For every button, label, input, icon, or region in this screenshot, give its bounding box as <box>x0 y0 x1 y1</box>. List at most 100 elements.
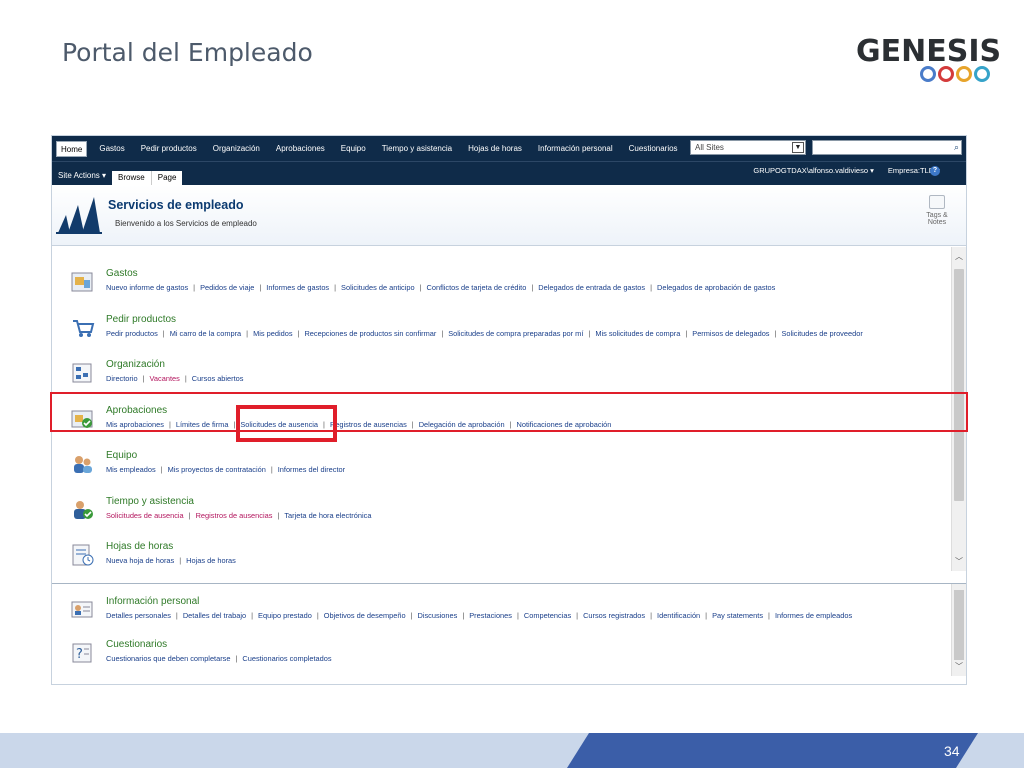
site-actions-menu[interactable]: Site Actions ▾ <box>52 167 112 185</box>
divider <box>52 583 966 584</box>
logo-text: GENESIS <box>856 34 1002 69</box>
link-informes-de-gastos[interactable]: Informes de gastos <box>266 283 329 292</box>
link-nuevo-informe-de-gastos[interactable]: Nuevo informe de gastos <box>106 283 188 292</box>
link-cursos-abiertos[interactable]: Cursos abiertos <box>192 374 244 383</box>
link-objetivos[interactable]: Objetivos de desempeño <box>324 611 406 620</box>
svg-text:?: ? <box>76 647 83 662</box>
page-number-box <box>567 733 978 768</box>
link-mis-solicitudes-compra[interactable]: Mis solicitudes de compra <box>595 329 680 338</box>
link-vacantes[interactable]: Vacantes <box>150 374 180 383</box>
shopping-cart-icon <box>73 320 95 337</box>
site-description: Bienvenido a los Servicios de empleado <box>115 219 257 228</box>
link-prestaciones[interactable]: Prestaciones <box>469 611 512 620</box>
scroll-thumb[interactable] <box>954 590 964 660</box>
section-links: Solicitudes de ausencia | Registros de aus… <box>106 511 372 520</box>
link-solicitudes-de-ausencia-2[interactable]: Solicitudes de ausencia <box>106 511 184 520</box>
link-solicitudes-preparadas[interactable]: Solicitudes de compra preparadas por mí <box>448 329 583 338</box>
link-informes-de-empleados[interactable]: Informes de empleados <box>775 611 852 620</box>
section-title[interactable]: Pedir productos <box>106 314 176 325</box>
link-mis-empleados[interactable]: Mis empleados <box>106 465 156 474</box>
link-pedidos-de-viaje[interactable]: Pedidos de viaje <box>200 283 254 292</box>
tab-cuestionarios[interactable]: Cuestionarios <box>621 136 686 161</box>
lower-scrollbar[interactable]: ﹀ <box>951 584 966 676</box>
link-mi-carro[interactable]: Mi carro de la compra <box>170 329 241 338</box>
chevron-up-icon[interactable]: ︿ <box>955 251 963 262</box>
tab-page[interactable]: Page <box>150 171 183 185</box>
search-input[interactable]: ⌕ <box>812 140 962 155</box>
tag-icon <box>929 195 945 209</box>
slide-title: Portal del Empleado <box>62 38 313 67</box>
timesheet-icon <box>72 544 94 566</box>
link-solicitudes-de-anticipo[interactable]: Solicitudes de anticipo <box>341 283 415 292</box>
section-title[interactable]: Tiempo y asistencia <box>106 496 194 507</box>
link-discusiones[interactable]: Discusiones <box>417 611 457 620</box>
link-delegados-entrada[interactable]: Delegados de entrada de gastos <box>538 283 645 292</box>
tab-tiempo-y-asistencia[interactable]: Tiempo y asistencia <box>374 136 460 161</box>
section-title[interactable]: Cuestionarios <box>106 639 167 650</box>
tab-browse[interactable]: Browse <box>112 171 151 185</box>
tab-hojas-de-horas[interactable]: Hojas de horas <box>460 136 530 161</box>
search-icon[interactable]: ⌕ <box>954 142 959 153</box>
tab-organizacion[interactable]: Organización <box>205 136 268 161</box>
expense-icon <box>71 272 93 292</box>
link-permisos-delegados[interactable]: Permisos de delegados <box>692 329 769 338</box>
section-links: Nueva hoja de horas | Hojas de horas <box>106 556 236 565</box>
scroll-thumb[interactable] <box>954 269 964 501</box>
link-cursos-registrados[interactable]: Cursos registrados <box>583 611 645 620</box>
section-links: Directorio | Vacantes | Cursos abiertos <box>106 374 244 383</box>
tab-equipo[interactable]: Equipo <box>333 136 374 161</box>
link-identificacion[interactable]: Identificación <box>657 611 700 620</box>
link-detalles-del-trabajo[interactable]: Detalles del trabajo <box>183 611 246 620</box>
link-conflictos-tarjeta[interactable]: Conflictos de tarjeta de crédito <box>427 283 527 292</box>
tab-pedir-productos[interactable]: Pedir productos <box>133 136 205 161</box>
top-navigation: Home Gastos Pedir productos Organización… <box>52 136 966 161</box>
link-mis-proyectos[interactable]: Mis proyectos de contratación <box>168 465 266 474</box>
link-pedir-productos[interactable]: Pedir productos <box>106 329 158 338</box>
tab-gastos[interactable]: Gastos <box>91 136 132 161</box>
section-title[interactable]: Información personal <box>106 596 199 607</box>
link-hojas-de-horas[interactable]: Hojas de horas <box>186 556 236 565</box>
chevron-down-icon[interactable]: ﹀ <box>955 661 963 672</box>
tab-aprobaciones[interactable]: Aprobaciones <box>268 136 333 161</box>
attendance-icon <box>74 501 93 519</box>
chevron-down-icon[interactable]: ﹀ <box>955 556 963 567</box>
link-tarjeta-de-hora[interactable]: Tarjeta de hora electrónica <box>284 511 371 520</box>
link-mis-pedidos[interactable]: Mis pedidos <box>253 329 292 338</box>
link-registros-de-ausencias-2[interactable]: Registros de ausencias <box>196 511 273 520</box>
link-solicitudes-proveedor[interactable]: Solicitudes de proveedor <box>781 329 862 338</box>
ribbon: Site Actions ▾ Browse Page GRUPOGTDAX\al… <box>52 161 966 185</box>
chevron-down-icon[interactable]: ▼ <box>792 142 804 153</box>
site-header: Servicios de empleado Bienvenido a los S… <box>52 185 966 246</box>
section-title[interactable]: Equipo <box>106 450 137 461</box>
user-menu[interactable]: GRUPOGTDAX\alfonso.valdivieso ▾ <box>753 166 873 175</box>
link-recepciones[interactable]: Recepciones de productos sin confirmar <box>304 329 436 338</box>
section-links: Cuestionarios que deben completarse | Cues… <box>106 654 332 663</box>
link-detalles-personales[interactable]: Detalles personales <box>106 611 171 620</box>
search-scope-select[interactable]: All Sites ▼ <box>690 140 806 155</box>
scope-value: All Sites <box>695 143 724 152</box>
section-links: Nuevo informe de gastos | Pedidos de viaje… <box>106 283 776 292</box>
slide: Portal del Empleado GENESIS Home Gastos … <box>0 0 1024 768</box>
link-cuestionarios-completados[interactable]: Cuestionarios completados <box>242 654 331 663</box>
dynamics-logo-icon <box>56 197 102 234</box>
link-delegados-aprobacion[interactable]: Delegados de aprobación de gastos <box>657 283 775 292</box>
section-links: Detalles personales | Detalles del trabajo… <box>106 611 853 620</box>
help-icon[interactable]: ? <box>930 166 940 176</box>
genesis-logo: GENESIS <box>856 34 1002 86</box>
link-equipo-prestado[interactable]: Equipo prestado <box>258 611 312 620</box>
link-cuestionarios-pendientes[interactable]: Cuestionarios que deben completarse <box>106 654 231 663</box>
link-pay-statements[interactable]: Pay statements <box>712 611 763 620</box>
section-title[interactable]: Gastos <box>106 268 138 279</box>
section-title[interactable]: Hojas de horas <box>106 541 173 552</box>
link-nueva-hoja-de-horas[interactable]: Nueva hoja de horas <box>106 556 174 565</box>
questionnaire-icon: ? <box>72 643 92 663</box>
section-title[interactable]: Organización <box>106 359 165 370</box>
link-informes-del-director[interactable]: Informes del director <box>278 465 345 474</box>
tags-notes-button[interactable]: Tags & Notes <box>922 195 952 226</box>
link-competencias[interactable]: Competencias <box>524 611 571 620</box>
tab-home[interactable]: Home <box>56 140 88 157</box>
org-chart-icon <box>72 363 92 383</box>
link-directorio[interactable]: Directorio <box>106 374 138 383</box>
page-number: 34 <box>944 743 960 759</box>
tab-informacion-personal[interactable]: Información personal <box>530 136 621 161</box>
